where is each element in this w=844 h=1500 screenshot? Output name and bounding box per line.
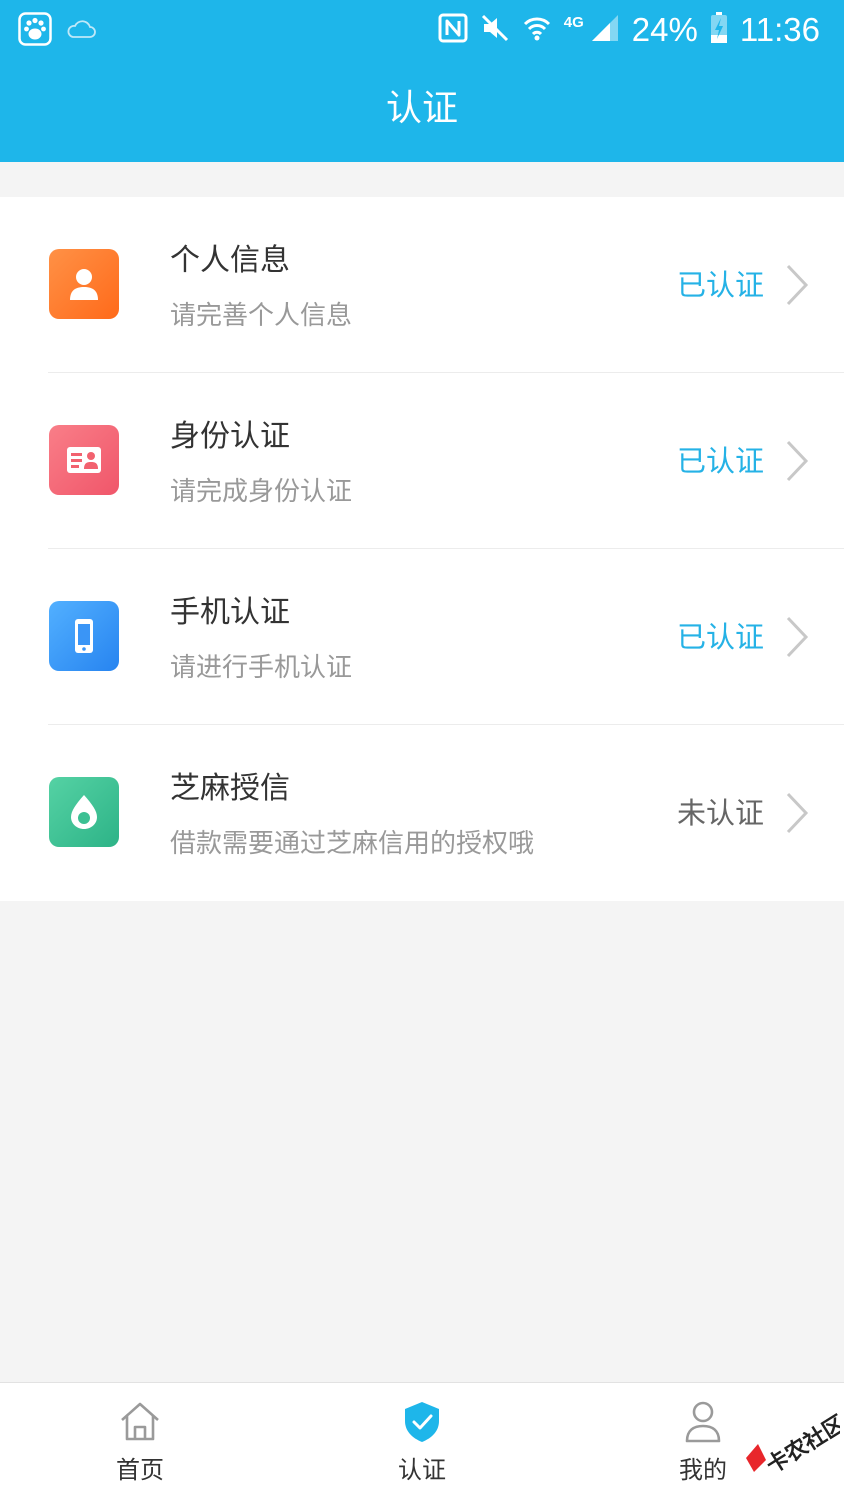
verify-item-personal-info[interactable]: 个人信息 请完善个人信息 已认证 (0, 197, 844, 373)
item-title: 个人信息 (170, 243, 290, 278)
cloud-icon (66, 19, 96, 43)
network-type: 4G (563, 13, 584, 31)
item-title: 手机认证 (170, 595, 290, 630)
chevron-right-icon (786, 440, 809, 482)
tab-verify[interactable]: 认证 (342, 1383, 502, 1500)
tab-home[interactable]: 首页 (60, 1383, 220, 1500)
tab-label: 首页 (116, 1456, 164, 1484)
battery-charging-icon (710, 12, 728, 48)
status-bar: 4G 24% 11:36 (0, 0, 844, 58)
bottom-tab-bar: 首页 认证 我的 (0, 1382, 844, 1500)
baidu-app-icon (18, 12, 52, 50)
item-title: 芝麻授信 (170, 771, 290, 806)
app-header: 4G 24% 11:36 认证 (0, 0, 844, 162)
home-icon (121, 1402, 159, 1441)
clock-time: 11:36 (739, 11, 820, 48)
mute-icon (480, 13, 510, 47)
watermark-logo: 卡农社区 (740, 1408, 844, 1488)
nfc-icon (438, 13, 468, 47)
item-title: 身份认证 (170, 419, 290, 454)
profile-icon (685, 1401, 721, 1443)
verify-item-sesame-credit[interactable]: 芝麻授信 借款需要通过芝麻信用的授权哦 未认证 (0, 725, 844, 901)
status-badge: 未认证 (676, 796, 764, 830)
item-description: 请进行手机认证 (170, 653, 353, 683)
phone-icon (49, 601, 119, 671)
item-description: 借款需要通过芝麻信用的授权哦 (170, 829, 535, 859)
verification-list: 个人信息 请完善个人信息 已认证 身份认证 请完成身份认证 已认证 手机认证 请… (0, 197, 844, 901)
verify-item-identity[interactable]: 身份认证 请完成身份认证 已认证 (0, 373, 844, 549)
wifi-icon (522, 13, 552, 47)
chevron-right-icon (786, 616, 809, 658)
verify-item-phone[interactable]: 手机认证 请进行手机认证 已认证 (0, 549, 844, 725)
signal-icon (590, 13, 620, 47)
chevron-right-icon (786, 264, 809, 306)
status-badge: 已认证 (676, 268, 764, 302)
item-description: 请完成身份认证 (170, 477, 353, 507)
chevron-right-icon (786, 792, 809, 834)
tab-label: 认证 (398, 1456, 446, 1484)
person-icon (49, 249, 119, 319)
battery-percent: 24% (631, 11, 698, 48)
id-card-icon (49, 425, 119, 495)
verify-shield-icon (405, 1402, 439, 1442)
page-title: 认证 (385, 88, 458, 129)
status-badge: 已认证 (676, 620, 764, 654)
status-badge: 已认证 (676, 444, 764, 478)
item-description: 请完善个人信息 (170, 301, 353, 331)
sesame-drop-icon (49, 777, 119, 847)
watermark-text: 卡农社区 (762, 1410, 840, 1479)
